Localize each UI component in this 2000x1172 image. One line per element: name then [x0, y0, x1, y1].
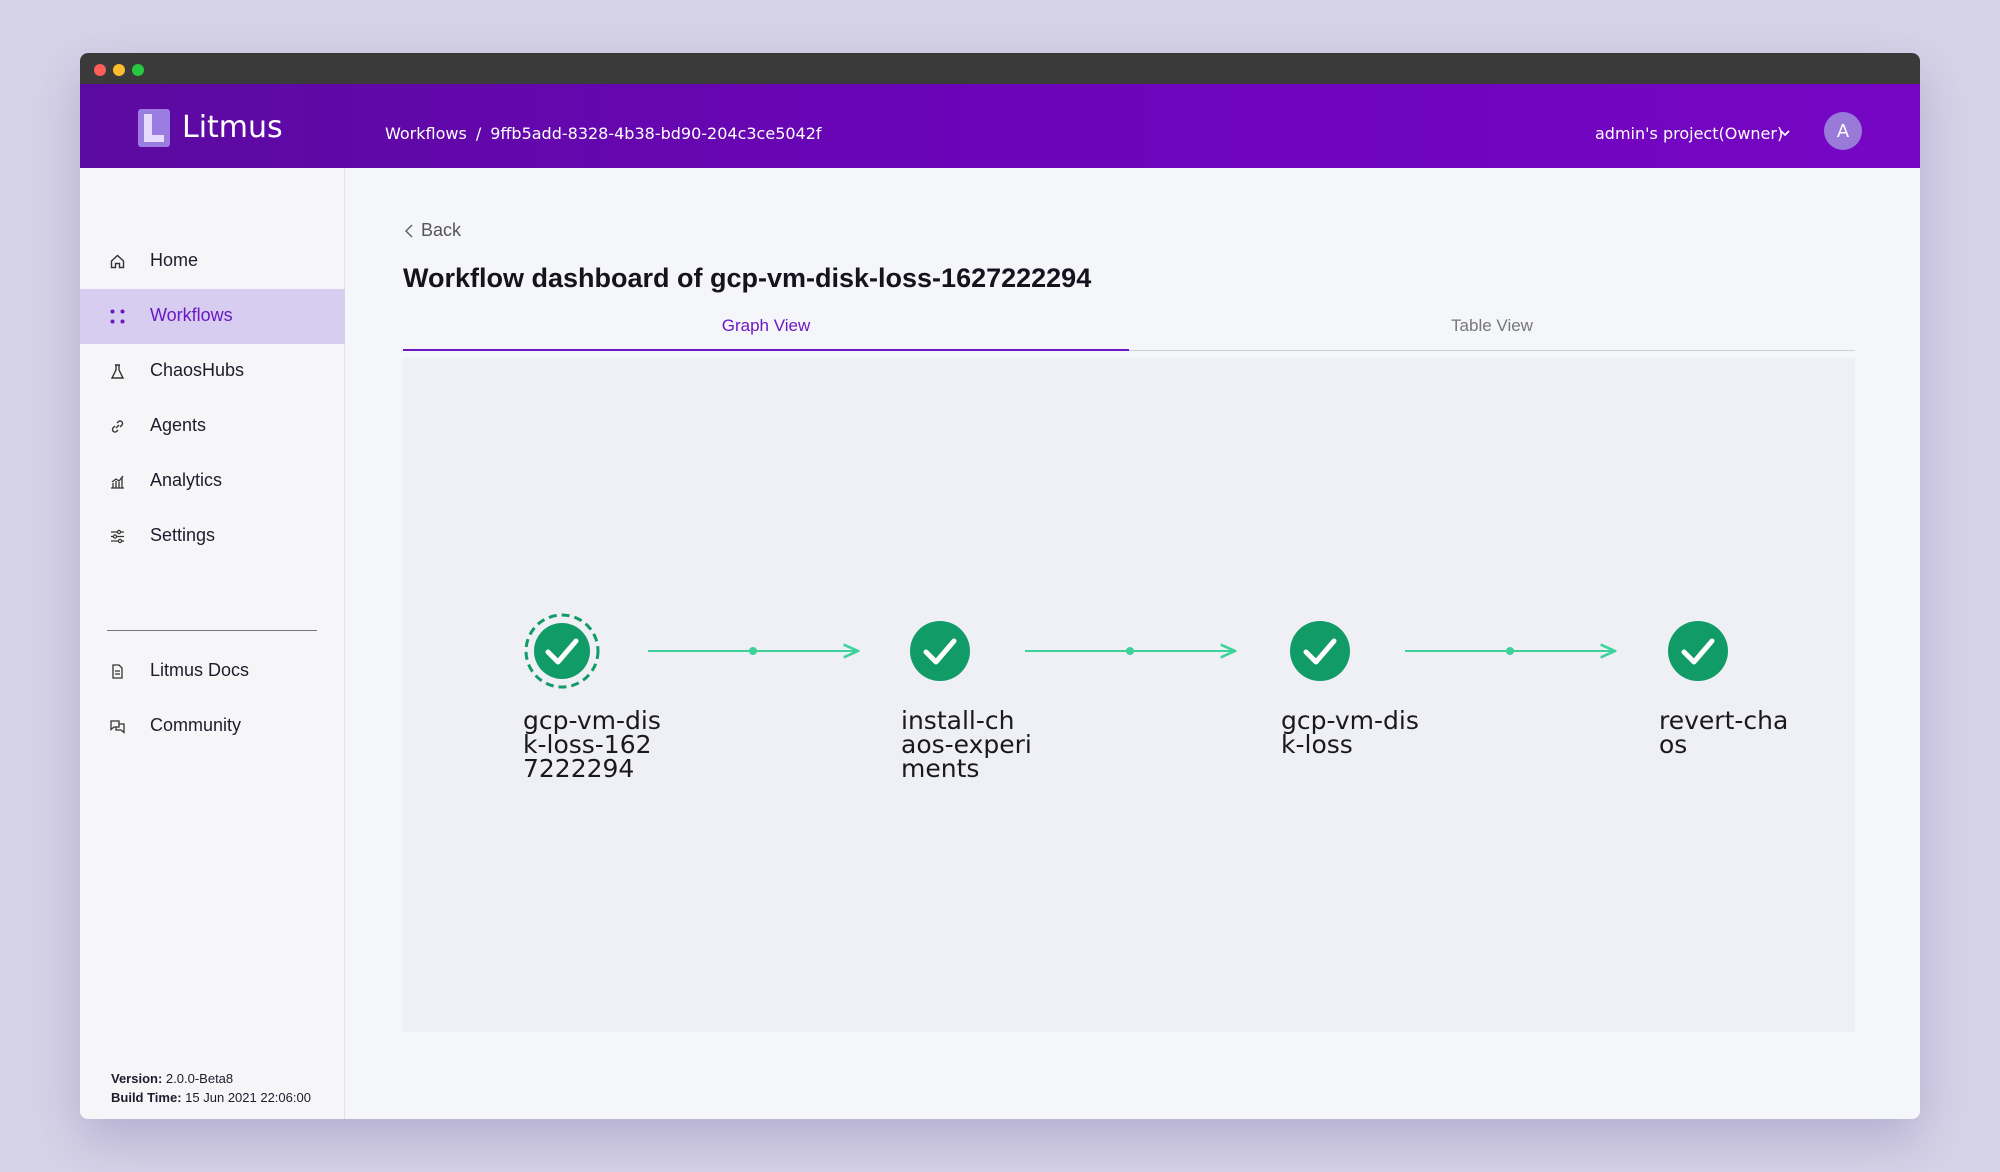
sidebar-item-chaoshubs[interactable]: ChaosHubs [80, 344, 345, 399]
sidebar-item-analytics[interactable]: Analytics [80, 454, 345, 509]
title-bar [80, 53, 1920, 84]
graph-node[interactable] [1668, 621, 1728, 681]
sidebar-item-settings[interactable]: Settings [80, 509, 345, 564]
back-label: Back [421, 220, 462, 240]
close-window-button[interactable] [94, 64, 106, 76]
graph-node-label: revert-cha os [1659, 708, 1799, 759]
app-logo-text[interactable]: Litmus [182, 110, 283, 145]
workflow-graph: gcp-vm-dis k-loss-162 7222294 install-ch… [403, 358, 1855, 1032]
version-value: 2.0.0-Beta8 [165, 1071, 234, 1086]
sliders-icon [111, 529, 124, 544]
sidebar-item-litmus-docs[interactable]: Litmus Docs [80, 644, 345, 699]
workflow-graph-canvas [524, 613, 1728, 689]
breadcrumb-workflows-link[interactable]: Workflows [385, 124, 467, 143]
sidebar: Home Workflows ChaosHubs Agents Analytic… [80, 168, 345, 1119]
graph-edge [648, 647, 858, 655]
sidebar-item-label: Litmus Docs [150, 660, 250, 680]
sidebar-item-label: Home [150, 250, 199, 270]
version-label: Version: [111, 1071, 163, 1086]
top-navigation-bar: Litmus Workflows / 9ffb5add-8328-4b38-bd90… [80, 84, 1920, 168]
graph-node-label: gcp-vm-dis k-loss-162 7222294 [523, 708, 663, 783]
breadcrumb-workflow-id: 9ffb5add-8328-4b38-bd90-204c3ce5042f [490, 124, 822, 143]
graph-node-label-line: k-loss [1281, 730, 1353, 759]
tab-table-view[interactable]: Table View [1129, 308, 1855, 351]
litmus-logo-icon[interactable] [138, 109, 170, 147]
sidebar-divider [107, 630, 317, 631]
sidebar-item-agents[interactable]: Agents [80, 399, 345, 454]
page-title: Workflow dashboard of gcp-vm-disk-loss-1… [403, 263, 1092, 293]
build-time-value: 15 Jun 2021 22:06:00 [185, 1090, 311, 1105]
graph-node-label: gcp-vm-dis k-loss [1281, 708, 1421, 759]
sidebar-item-label: ChaosHubs [150, 360, 245, 380]
view-tabs: Graph View Table View [403, 308, 1855, 351]
chevron-down-icon[interactable] [1778, 126, 1792, 140]
breadcrumb: Workflows / 9ffb5add-8328-4b38-bd90-204c3c… [385, 124, 822, 143]
graph-node[interactable] [910, 621, 970, 681]
project-selector-label[interactable]: admin's project(Owner) [1595, 124, 1783, 143]
chat-icon [110, 720, 125, 734]
sidebar-item-workflows[interactable]: Workflows [80, 289, 345, 344]
user-avatar[interactable]: A [1824, 112, 1862, 150]
workflows-icon [110, 309, 125, 324]
minimize-window-button[interactable] [113, 64, 125, 76]
document-icon [112, 664, 123, 679]
graph-edge [1025, 647, 1235, 655]
sidebar-item-label: Community [150, 715, 242, 735]
sidebar-item-label: Agents [150, 415, 207, 435]
graph-node-label-line: 7222294 [523, 754, 635, 783]
graph-node-label-line: os [1659, 730, 1688, 759]
app-window: Litmus Workflows / 9ffb5add-8328-4b38-bd90… [80, 53, 1920, 1119]
maximize-window-button[interactable] [132, 64, 144, 76]
sidebar-item-community[interactable]: Community [80, 699, 345, 754]
build-time-label: Build Time: [111, 1090, 182, 1105]
main-content: Back Workflow dashboard of gcp-vm-disk-l… [346, 168, 1920, 1119]
graph-edge [1405, 647, 1615, 655]
graph-node[interactable] [1290, 621, 1350, 681]
graph-node-label-line: ments [901, 754, 980, 783]
graph-node-root[interactable] [524, 613, 600, 689]
version-info: Version: 2.0.0-Beta8 Build Time: 15 Jun … [111, 1069, 311, 1107]
tab-graph-view[interactable]: Graph View [403, 308, 1129, 351]
chevron-left-icon [404, 223, 413, 238]
graph-node-label: install-ch aos-experi ments [901, 708, 1041, 783]
sidebar-item-label: Analytics [150, 470, 223, 490]
sidebar-item-label: Workflows [150, 305, 233, 325]
back-button[interactable]: Back [403, 220, 461, 241]
analytics-icon [111, 475, 124, 489]
sidebar-item-home[interactable]: Home [80, 234, 345, 289]
breadcrumb-separator: / [475, 124, 482, 143]
sidebar-item-label: Settings [150, 525, 216, 545]
link-icon [111, 420, 124, 433]
flask-icon [110, 364, 125, 379]
home-icon [110, 254, 125, 269]
